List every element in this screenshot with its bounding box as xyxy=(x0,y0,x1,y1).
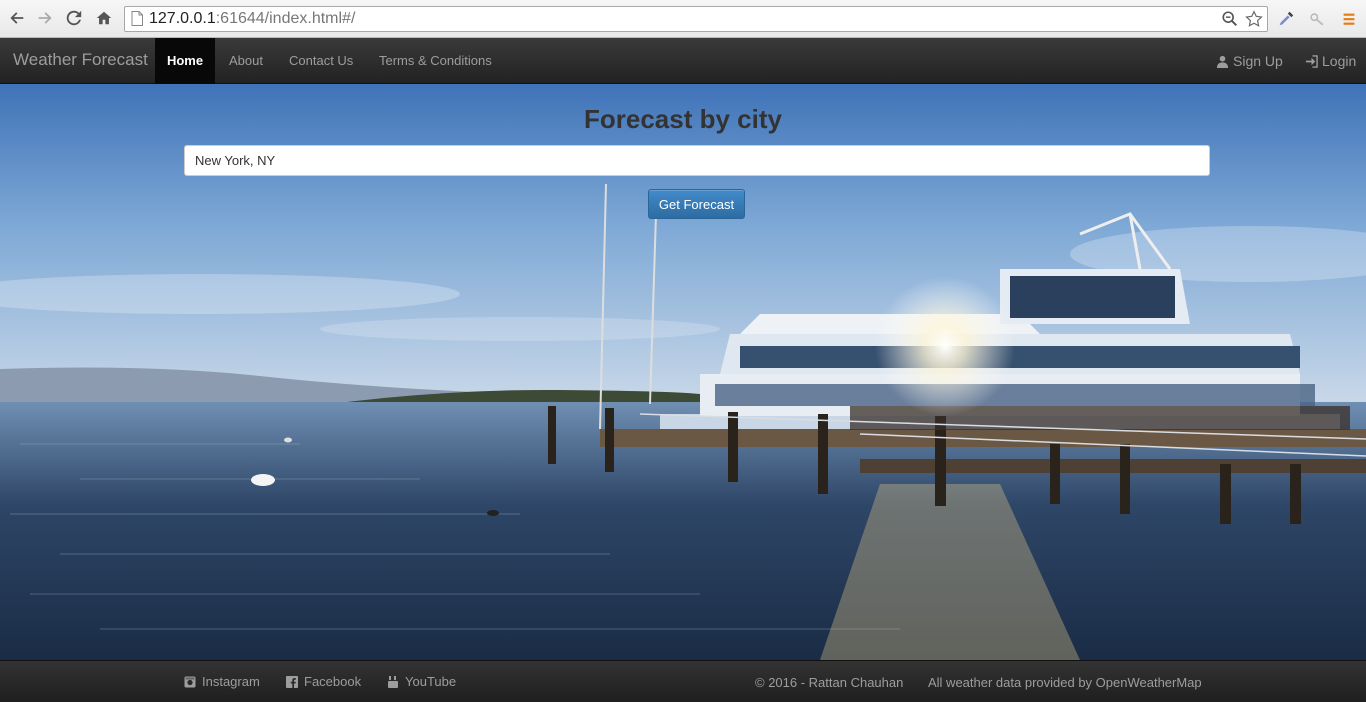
zoom-icon[interactable] xyxy=(1221,10,1239,36)
footer: Instagram Facebook YouTube © 2016 - Ratt… xyxy=(0,660,1366,702)
eyedropper-icon[interactable] xyxy=(1275,8,1297,30)
city-input[interactable] xyxy=(184,145,1210,176)
signup-label: Sign Up xyxy=(1233,53,1283,69)
top-navbar: Weather Forecast Home About Contact Us T… xyxy=(0,38,1366,84)
signup-link[interactable]: Sign Up xyxy=(1216,38,1283,84)
page-icon xyxy=(131,11,143,26)
instagram-link[interactable]: Instagram xyxy=(184,674,260,689)
user-icon xyxy=(1216,55,1229,68)
facebook-icon xyxy=(286,675,298,688)
login-link[interactable]: Login xyxy=(1305,38,1356,84)
nav-item-about[interactable]: About xyxy=(229,38,263,84)
get-forecast-button[interactable]: Get Forecast xyxy=(648,189,745,219)
instagram-icon xyxy=(184,676,196,687)
browser-toolbar: 127.0.0.1:61644/index.html#/ xyxy=(0,0,1366,38)
page-title: Forecast by city xyxy=(584,104,782,134)
reload-icon[interactable] xyxy=(62,6,86,30)
youtube-icon xyxy=(388,675,398,688)
address-bar[interactable]: 127.0.0.1:61644/index.html#/ xyxy=(124,6,1268,32)
back-arrow-icon[interactable] xyxy=(5,6,29,30)
home-icon[interactable] xyxy=(92,6,116,30)
data-credit-text: All weather data provided by OpenWeather… xyxy=(928,675,1202,690)
key-icon[interactable] xyxy=(1306,8,1328,30)
instagram-label: Instagram xyxy=(202,674,260,689)
youtube-link[interactable]: YouTube xyxy=(387,674,456,689)
brand-link[interactable]: Weather Forecast xyxy=(13,50,148,70)
facebook-label: Facebook xyxy=(304,674,362,689)
forward-arrow-icon[interactable] xyxy=(33,6,57,30)
nav-item-terms[interactable]: Terms & Conditions xyxy=(379,38,492,84)
nav-item-contact[interactable]: Contact Us xyxy=(289,38,353,84)
login-icon xyxy=(1305,54,1318,68)
copyright-text: © 2016 - Rattan Chauhan xyxy=(755,675,904,690)
hamburger-menu-icon[interactable] xyxy=(1338,8,1360,30)
address-path: :61644/index.html#/ xyxy=(215,10,356,27)
nav-item-home[interactable]: Home xyxy=(155,38,215,84)
youtube-label: YouTube xyxy=(405,674,457,689)
address-host: 127.0.0.1 xyxy=(149,10,216,27)
facebook-link[interactable]: Facebook xyxy=(286,674,361,689)
login-label: Login xyxy=(1322,53,1357,69)
star-icon[interactable] xyxy=(1245,10,1263,36)
